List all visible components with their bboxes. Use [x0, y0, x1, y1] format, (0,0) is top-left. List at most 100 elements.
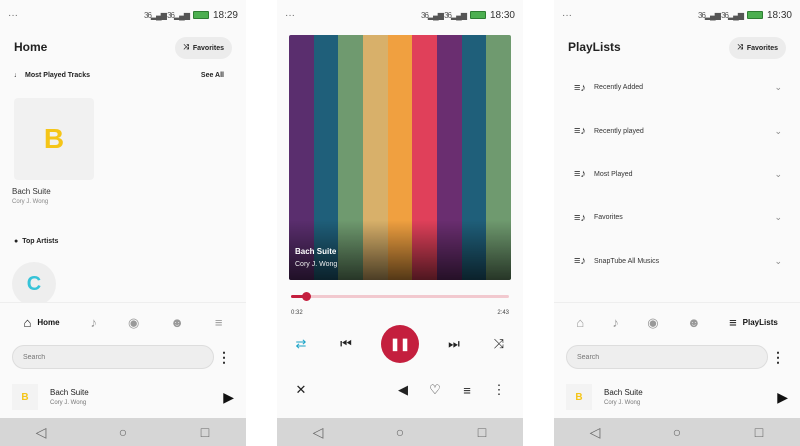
album-art: B	[43, 123, 65, 154]
page-title: PlayLists	[568, 40, 621, 54]
playlist-label: Recently played	[594, 127, 644, 135]
mini-track-artist: Cory J. Wong	[604, 400, 641, 406]
chevron-down-icon[interactable]: ⌄	[774, 212, 782, 223]
album-title: Bach Suite	[12, 187, 51, 196]
favorites-label: Favorites	[746, 44, 778, 52]
chevron-down-icon[interactable]: ⌄	[774, 169, 782, 180]
recents-icon[interactable]: □	[749, 424, 769, 440]
home-screen: ··· 36▂▄▆ 36▂▄▆ 18:29 Home ⤨ Favorites ♩…	[0, 0, 246, 446]
person-icon: ☻	[170, 315, 184, 330]
mini-album-art: B	[566, 384, 592, 410]
volume-icon[interactable]: ◀	[393, 382, 413, 398]
playlist-item-most-played[interactable]: ≡♪ Most Played ⌄	[554, 153, 800, 196]
tab-albums[interactable]: ◉	[647, 315, 658, 331]
favorites-button[interactable]: ⤨ Favorites	[729, 37, 786, 59]
bottom-tab-bar: ⌂ Home ♪ ◉ ☻ ≡	[0, 302, 246, 342]
seek-bar[interactable]	[291, 292, 509, 301]
repeat-icon[interactable]: ⇄	[291, 336, 311, 352]
tab-artists[interactable]: ☻	[687, 315, 701, 330]
mini-album-art: B	[12, 384, 38, 410]
recents-icon[interactable]: □	[195, 424, 215, 440]
more-vert-icon[interactable]: ⋮	[214, 349, 234, 366]
tab-home[interactable]: ⌂ Home	[23, 315, 59, 330]
search-row: ⋮	[566, 345, 788, 369]
queue-icon[interactable]: ≡	[457, 383, 477, 398]
tab-artists[interactable]: ☻	[170, 315, 184, 330]
tab-albums[interactable]: ◉	[128, 315, 139, 331]
person-icon: ●	[14, 238, 19, 245]
tab-playlists[interactable]: ≡ PlayLists	[729, 315, 778, 330]
page-title: Home	[14, 40, 48, 54]
see-all-link[interactable]: See All	[201, 72, 224, 79]
mini-player[interactable]: B Bach Suite Cory J. Wong ▶	[0, 378, 246, 416]
home-circle-icon[interactable]: ○	[667, 424, 687, 440]
play-icon[interactable]: ▶	[223, 389, 234, 406]
playlist-item-recently-added[interactable]: ≡♪ Recently Added ⌄	[554, 66, 800, 109]
shuffle-icon[interactable]: ⤨	[489, 336, 509, 352]
previous-icon[interactable]: ⏮	[336, 336, 356, 352]
tab-tracks[interactable]: ♪	[612, 315, 619, 330]
person-icon: ☻	[687, 315, 701, 330]
playlist-label: Most Played	[594, 170, 633, 178]
tab-tracks[interactable]: ♪	[91, 315, 98, 330]
playlist-icon: ≡♪	[574, 81, 586, 94]
playlist-item-favorites[interactable]: ≡♪ Favorites ⌄	[554, 196, 800, 239]
back-icon[interactable]: ◁	[308, 424, 328, 441]
chevron-down-icon[interactable]: ⌄	[774, 256, 782, 267]
signal-icon: 36▂▄▆ 36▂▄▆	[698, 10, 744, 20]
top-artists-header: ● Top Artists	[14, 238, 58, 245]
back-icon[interactable]: ◁	[585, 424, 605, 441]
tab-playlists[interactable]: ≡	[215, 315, 223, 330]
more-vert-icon[interactable]: ⋮	[489, 382, 509, 398]
chevron-down-icon[interactable]: ⌄	[774, 126, 782, 137]
tab-home[interactable]: ⌂	[576, 315, 584, 330]
most-played-header: ♩ Most Played Tracks	[14, 72, 90, 79]
signal-icon: 36▂▄▆ 36▂▄▆	[144, 10, 190, 20]
status-bar: ··· 36▂▄▆ 36▂▄▆ 18:29	[0, 0, 246, 30]
playlist-item-snaptube[interactable]: ≡♪ SnapTube All Musics ⌄	[554, 240, 800, 283]
status-dots: ···	[562, 9, 572, 21]
album-card[interactable]: B	[14, 98, 94, 180]
now-playing-screen: ··· 36▂▄▆ 36▂▄▆ 18:30 Bach Suite Cory J.…	[277, 0, 523, 446]
total-time: 2:43	[497, 310, 509, 316]
playlist-icon: ≡	[214, 315, 223, 330]
home-circle-icon[interactable]: ○	[113, 424, 133, 440]
cover-track-title: Bach Suite	[295, 247, 337, 256]
status-bar: ··· 36▂▄▆ 36▂▄▆ 18:30	[277, 0, 523, 30]
artist-avatar[interactable]: C	[12, 262, 56, 306]
back-icon[interactable]: ◁	[31, 424, 51, 441]
playlist-icon: ≡♪	[574, 211, 586, 224]
search-input[interactable]	[12, 345, 214, 369]
mini-track-artist: Cory J. Wong	[50, 400, 87, 406]
shuffle-icon: ⤨	[737, 44, 743, 51]
chevron-down-icon[interactable]: ⌄	[774, 82, 782, 93]
next-icon[interactable]: ⏭	[444, 336, 464, 352]
close-icon[interactable]: ✕	[291, 382, 311, 398]
mini-player[interactable]: B Bach Suite Cory J. Wong ▶	[554, 378, 800, 416]
playlist-icon: ≡♪	[574, 255, 586, 268]
top-artists-label: Top Artists	[22, 238, 59, 245]
battery-icon	[192, 11, 209, 19]
music-note-icon: ♩	[14, 72, 21, 79]
recents-icon[interactable]: □	[472, 424, 492, 440]
playlist-icon: ≡♪	[574, 168, 586, 181]
music-note-icon: ♪	[90, 315, 98, 330]
album-cover: Bach Suite Cory J. Wong	[289, 35, 511, 280]
playlist-label: SnapTube All Musics	[594, 257, 660, 265]
artist-letter: C	[26, 272, 42, 295]
play-icon[interactable]: ▶	[777, 389, 788, 406]
playlist-item-recently-played[interactable]: ≡♪ Recently played ⌄	[554, 109, 800, 152]
heart-icon[interactable]: ♡	[425, 382, 445, 398]
seek-thumb[interactable]	[302, 292, 312, 301]
status-time: 18:29	[212, 9, 238, 21]
home-circle-icon[interactable]: ○	[390, 424, 410, 440]
pause-button[interactable]: ❚❚	[381, 325, 419, 363]
home-icon: ⌂	[23, 315, 32, 330]
mini-track-info: Bach Suite Cory J. Wong	[604, 388, 777, 406]
status-dots: ···	[285, 9, 295, 21]
favorites-button[interactable]: ⤨ Favorites	[175, 37, 232, 59]
system-nav-bar: ◁ ○ □	[0, 418, 246, 446]
status-time: 18:30	[766, 9, 792, 21]
search-input[interactable]	[566, 345, 768, 369]
more-vert-icon[interactable]: ⋮	[768, 349, 788, 366]
